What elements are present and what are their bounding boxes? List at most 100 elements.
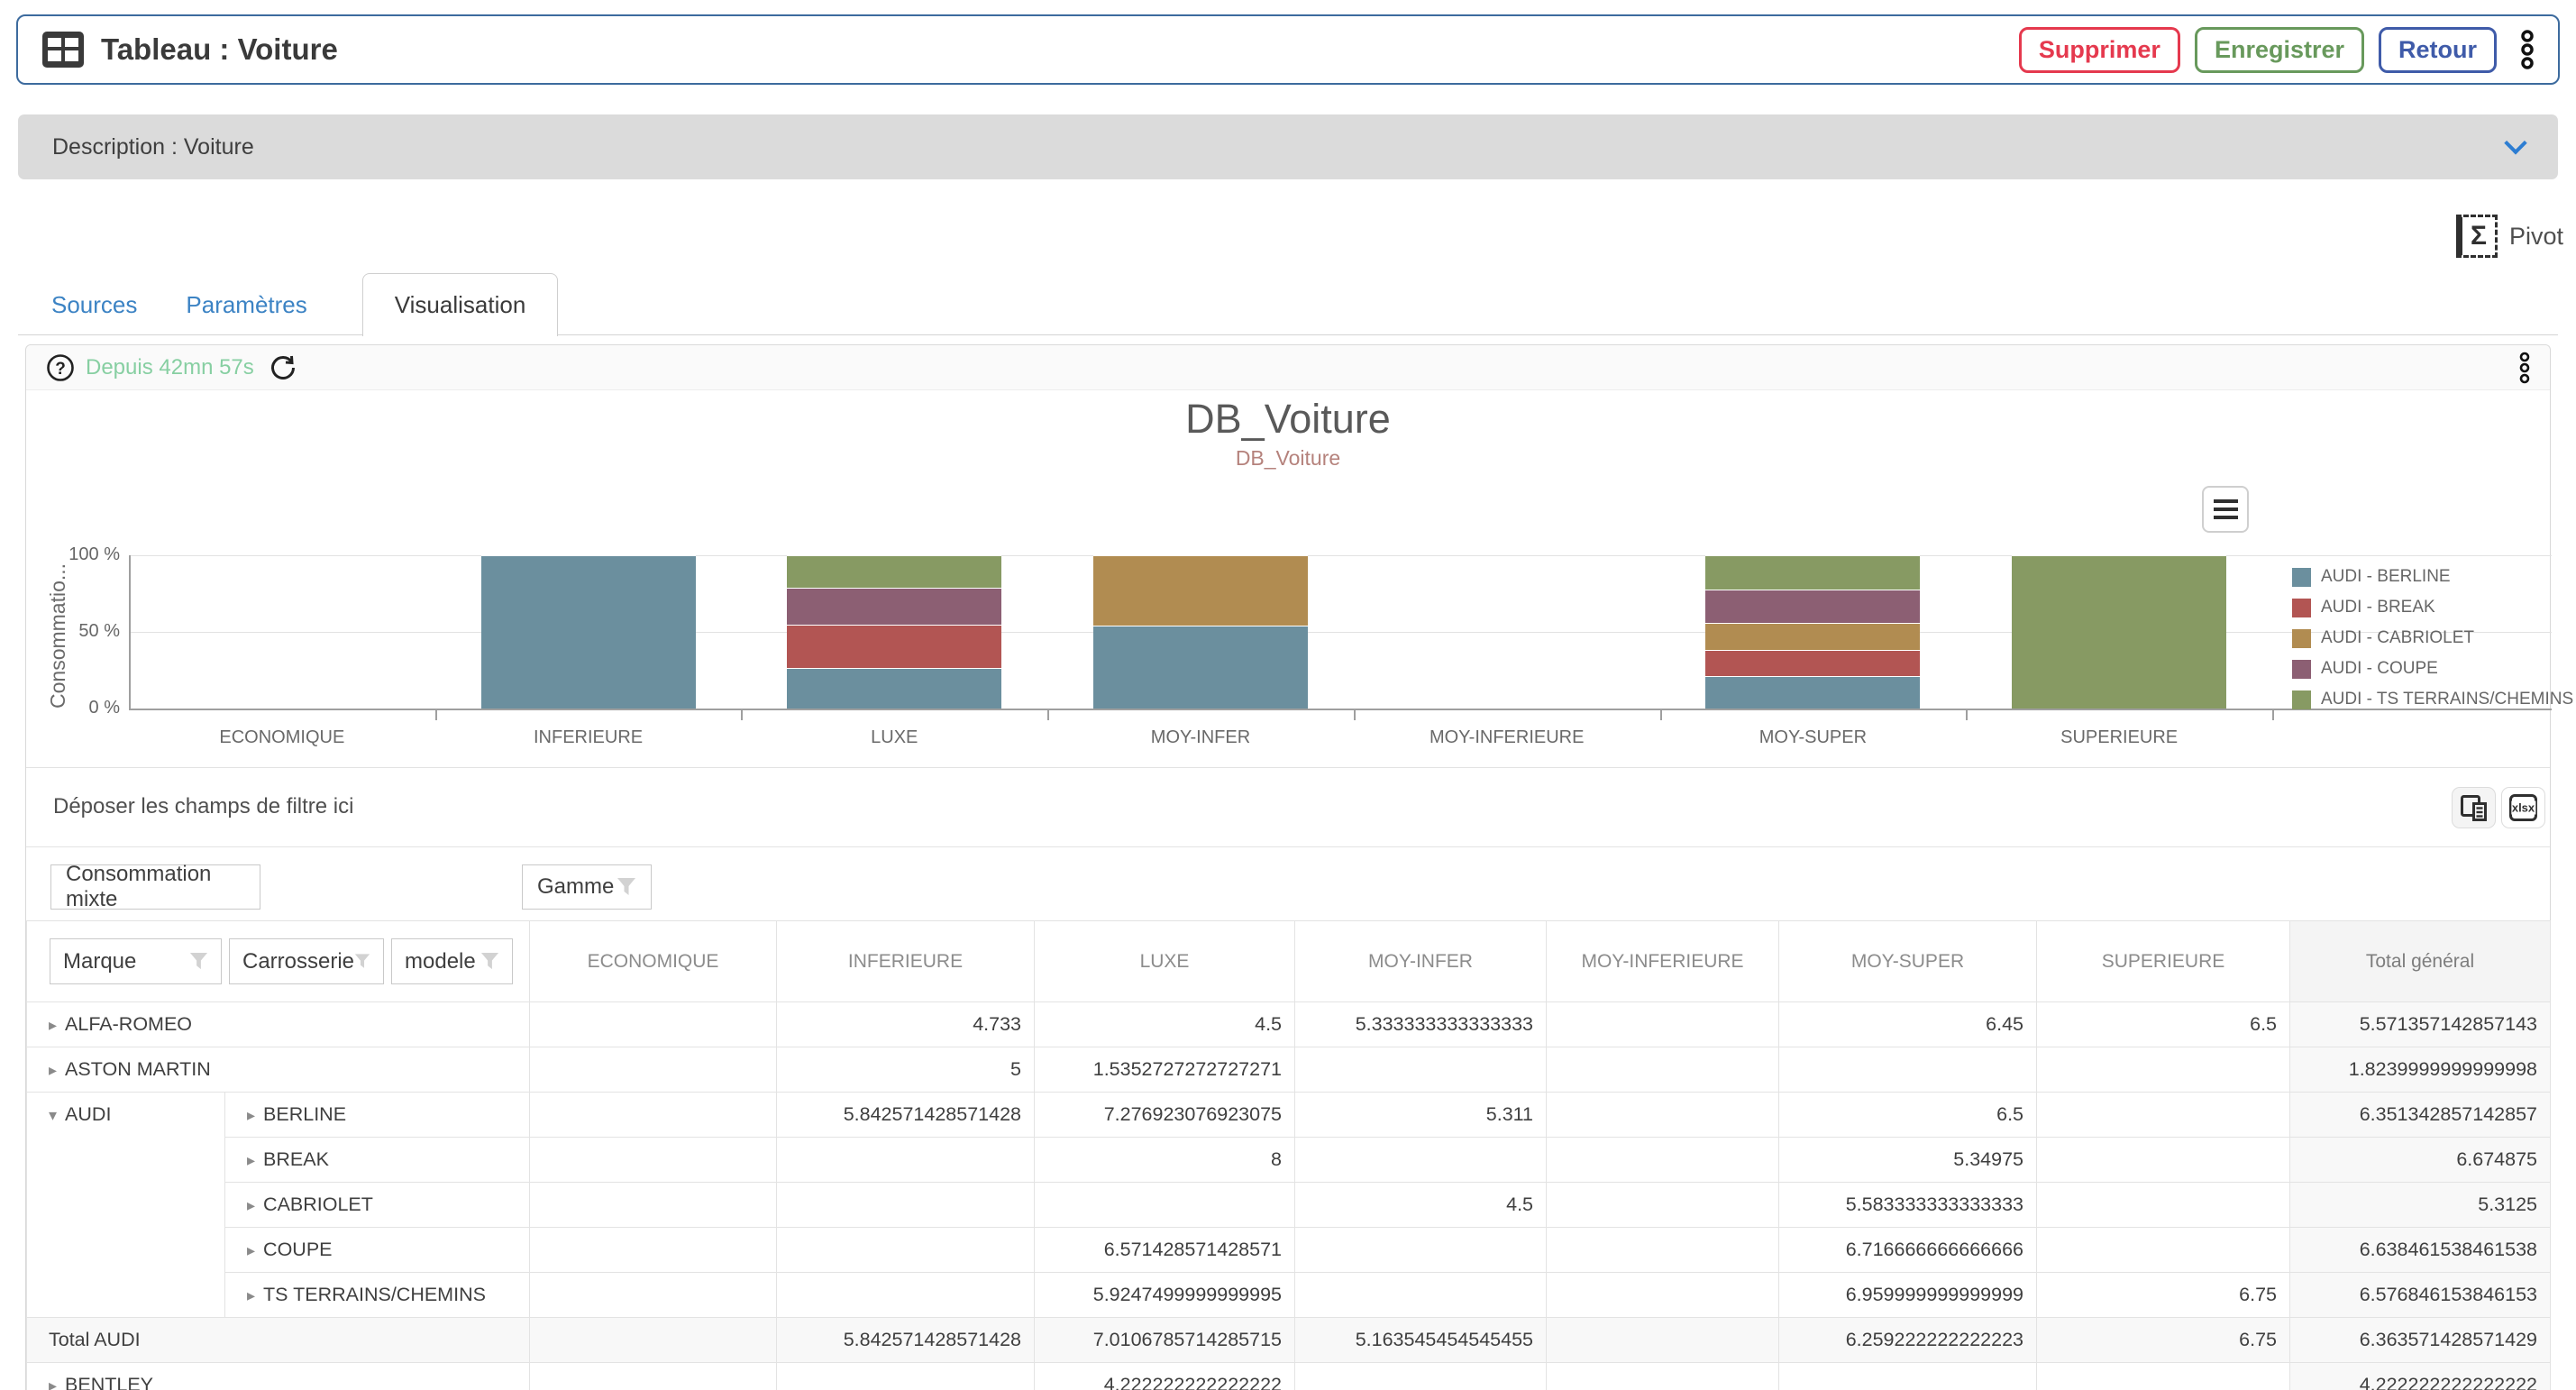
filter-funnel-icon[interactable] xyxy=(354,952,370,971)
value-cell: 6.716666666666666 xyxy=(1779,1228,2037,1273)
row-field-label: Marque xyxy=(63,949,136,974)
row-label-audi[interactable]: ▾AUDI xyxy=(27,1093,225,1318)
legend-swatch xyxy=(2292,599,2311,617)
chart-menu-button[interactable] xyxy=(2202,486,2249,533)
row-label-aston-martin[interactable]: ▸ASTON MARTIN xyxy=(27,1047,530,1093)
value-cell: 5.842571428571428 xyxy=(777,1318,1035,1363)
table-row: Total AUDI5.8425714285714287.01067857142… xyxy=(27,1318,2551,1363)
caret-collapsed-icon[interactable]: ▸ xyxy=(247,1151,255,1169)
column-field-chip-gamme[interactable]: Gamme xyxy=(522,864,652,910)
caret-collapsed-icon[interactable]: ▸ xyxy=(247,1241,255,1259)
sigma-pivot-icon[interactable]: Σ xyxy=(2456,215,2498,258)
tab-sources[interactable]: Sources xyxy=(27,273,161,336)
bar-segment-berline[interactable] xyxy=(787,668,1001,709)
row-field-chips: Marque Carrosserie modele xyxy=(27,938,529,984)
legend-swatch xyxy=(2292,690,2311,709)
bar-segment-break[interactable] xyxy=(1705,650,1920,676)
filter-funnel-icon[interactable] xyxy=(617,877,636,897)
caret-expanded-icon[interactable]: ▾ xyxy=(49,1106,57,1124)
value-cell: 4.222222222222222 xyxy=(2290,1363,2551,1390)
table-row: ▸CABRIOLET4.55.5833333333333335.3125 xyxy=(27,1183,2551,1228)
x-axis-label: MOY-INFER xyxy=(1047,727,1354,748)
row-label-bentley[interactable]: ▸BENTLEY xyxy=(27,1363,530,1390)
caret-collapsed-icon[interactable]: ▸ xyxy=(49,1061,57,1079)
legend-item[interactable]: AUDI - CABRIOLET xyxy=(2292,628,2573,648)
row-sublabel-coupe[interactable]: ▸COUPE xyxy=(225,1228,530,1273)
bar-segment-cabriolet[interactable] xyxy=(1705,623,1920,651)
filter-funnel-icon[interactable] xyxy=(480,952,499,971)
pivot-toggle[interactable]: Σ Pivot xyxy=(2456,215,2563,258)
value-cell: 6.351342857142857 xyxy=(2290,1093,2551,1138)
value-cell: 6.571428571428571 xyxy=(1035,1228,1295,1273)
caret-collapsed-icon[interactable]: ▸ xyxy=(247,1286,255,1304)
caret-collapsed-icon[interactable]: ▸ xyxy=(49,1016,57,1034)
bar-segment-coupe[interactable] xyxy=(1705,590,1920,623)
value-cell: 4.5 xyxy=(1295,1183,1547,1228)
row-field-chip-carrosserie[interactable]: Carrosserie xyxy=(229,938,384,984)
legend-label: AUDI - BREAK xyxy=(2321,598,2435,617)
x-axis-label: SUPERIEURE xyxy=(1966,727,2272,748)
column-header-total-g-n-ral: Total général xyxy=(2290,921,2551,1002)
legend-item[interactable]: AUDI - TS TERRAINS/CHEMINS xyxy=(2292,690,2573,709)
description-bar[interactable]: Description : Voiture xyxy=(18,114,2558,179)
row-sublabel-ts-terrains-chemins[interactable]: ▸TS TERRAINS/CHEMINS xyxy=(225,1273,530,1318)
table-row: ▸BREAK85.349756.674875 xyxy=(27,1138,2551,1183)
table-row: ▸ASTON MARTIN51.53527272727272711.823999… xyxy=(27,1047,2551,1093)
row-field-chip-modele[interactable]: modele xyxy=(391,938,513,984)
filter-funnel-icon[interactable] xyxy=(189,952,208,971)
value-cell: 5.583333333333333 xyxy=(1779,1183,2037,1228)
legend-item[interactable]: AUDI - BERLINE xyxy=(2292,567,2573,587)
value-cell xyxy=(2037,1363,2290,1390)
panel-kebab-menu-icon[interactable] xyxy=(2519,352,2530,384)
copy-table-button[interactable] xyxy=(2452,787,2496,828)
value-cell xyxy=(1547,1363,1779,1390)
value-cell xyxy=(530,1318,777,1363)
bar-inferieure xyxy=(481,555,696,709)
enregistrer-button[interactable]: Enregistrer xyxy=(2195,27,2364,73)
bar-segment-coupe[interactable] xyxy=(787,588,1001,624)
legend-item[interactable]: AUDI - COUPE xyxy=(2292,659,2573,679)
row-sublabel-berline[interactable]: ▸BERLINE xyxy=(225,1093,530,1138)
retour-button[interactable]: Retour xyxy=(2379,27,2497,73)
bar-segment-ts terrains/chemins[interactable] xyxy=(2012,555,2226,709)
row-field-label: Carrosserie xyxy=(242,949,354,974)
bar-segment-berline[interactable] xyxy=(481,555,696,709)
legend-item[interactable]: AUDI - BREAK xyxy=(2292,598,2573,617)
value-cell: 5.9247499999999995 xyxy=(1035,1273,1295,1318)
bar-segment-ts terrains/chemins[interactable] xyxy=(1705,555,1920,590)
window-header: Tableau : Voiture Supprimer Enregistrer Re… xyxy=(16,14,2560,85)
tab-visualisation[interactable]: Visualisation xyxy=(362,273,559,336)
bar-segment-break[interactable] xyxy=(787,625,1001,669)
help-icon[interactable]: ? xyxy=(46,353,75,382)
x-axis-tick xyxy=(1047,710,1049,720)
filter-drop-zone[interactable]: Déposer les champs de filtre ici xyxy=(26,767,353,846)
bar-segment-berline[interactable] xyxy=(1705,676,1920,709)
value-cell: 5.571357142857143 xyxy=(2290,1002,2551,1047)
row-label-alfa-romeo[interactable]: ▸ALFA-ROMEO xyxy=(27,1002,530,1047)
caret-collapsed-icon[interactable]: ▸ xyxy=(247,1106,255,1124)
export-xlsx-button[interactable]: xlsx xyxy=(2501,787,2545,828)
row-field-chip-marque[interactable]: Marque xyxy=(50,938,222,984)
value-cell: 5.842571428571428 xyxy=(777,1093,1035,1138)
caret-collapsed-icon[interactable]: ▸ xyxy=(49,1376,57,1390)
supprimer-button[interactable]: Supprimer xyxy=(2019,27,2180,73)
value-cell xyxy=(2037,1228,2290,1273)
value-cell xyxy=(1547,1002,1779,1047)
header-kebab-menu-icon[interactable] xyxy=(2520,29,2535,70)
table-grid-icon xyxy=(41,31,85,69)
page-title: Tableau : Voiture xyxy=(101,32,338,67)
legend-swatch xyxy=(2292,660,2311,679)
bar-segment-ts terrains/chemins[interactable] xyxy=(787,555,1001,588)
value-cell xyxy=(2037,1183,2290,1228)
refresh-status: Depuis 42mn 57s xyxy=(86,355,254,380)
caret-collapsed-icon[interactable]: ▸ xyxy=(247,1196,255,1214)
tab-parametres[interactable]: Paramètres xyxy=(161,273,331,336)
chevron-down-icon[interactable] xyxy=(2504,132,2526,154)
row-sublabel-cabriolet[interactable]: ▸CABRIOLET xyxy=(225,1183,530,1228)
measure-field-chip[interactable]: Consommation mixte xyxy=(50,864,260,910)
row-sublabel-break[interactable]: ▸BREAK xyxy=(225,1138,530,1183)
value-cell: 4.5 xyxy=(1035,1002,1295,1047)
bar-segment-cabriolet[interactable] xyxy=(1093,555,1308,626)
refresh-icon[interactable] xyxy=(269,353,297,382)
bar-segment-berline[interactable] xyxy=(1093,626,1308,709)
